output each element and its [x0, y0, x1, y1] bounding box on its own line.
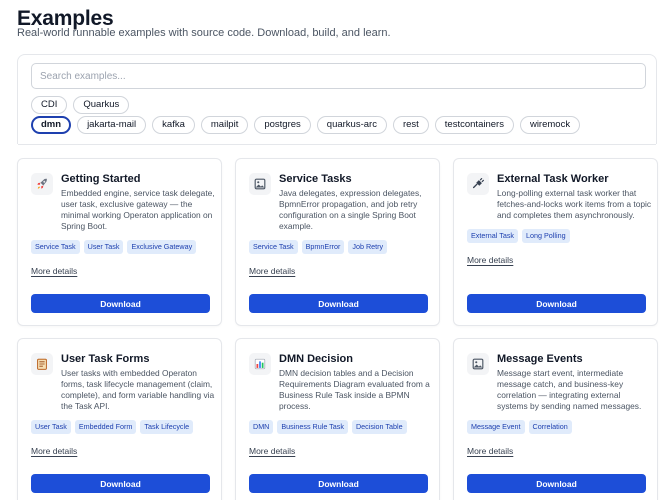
example-card: Service Tasks Java delegates, expression…	[235, 158, 440, 326]
download-button[interactable]: Download	[31, 474, 210, 493]
form-icon	[31, 353, 53, 375]
card-tags: Service Task BpmnError Job Retry	[249, 240, 388, 254]
tag: External Task	[467, 229, 519, 243]
example-card: External Task Worker Long-polling extern…	[453, 158, 658, 326]
download-button[interactable]: Download	[467, 474, 646, 493]
card-description: User tasks with embedded Operaton forms,…	[61, 368, 215, 411]
card-tags: Service Task User Task Exclusive Gateway	[31, 240, 197, 254]
download-button[interactable]: Download	[467, 294, 646, 313]
tag: Decision Table	[351, 420, 407, 434]
more-details-link[interactable]: More details	[31, 446, 77, 456]
card-description: DMN decision tables and a Decision Requi…	[279, 368, 430, 411]
page-subtitle: Real-world runnable examples with source…	[17, 27, 391, 39]
filter-chip-cdi[interactable]: CDI	[31, 96, 68, 114]
card-tags: DMN Business Rule Task Decision Table	[249, 420, 407, 434]
card-title: DMN Decision	[279, 353, 353, 365]
card-tags: External Task Long Polling	[467, 229, 570, 243]
filter-chip-jakarta-mail[interactable]: jakarta-mail	[77, 116, 147, 134]
download-button[interactable]: Download	[31, 294, 210, 313]
card-tags: Message Event Correlation	[467, 420, 572, 434]
filter-row-frameworks: CDI Quarkus	[31, 96, 130, 114]
more-details-link[interactable]: More details	[31, 266, 77, 276]
filter-chip-quarkus-arc[interactable]: quarkus-arc	[316, 116, 387, 134]
tag: Embedded Form	[74, 420, 137, 434]
tag: Job Retry	[348, 240, 388, 254]
example-card: User Task Forms User tasks with embedded…	[17, 338, 222, 500]
card-title: External Task Worker	[497, 173, 609, 185]
rocket-icon	[31, 173, 53, 195]
filter-chip-quarkus[interactable]: Quarkus	[73, 96, 130, 114]
example-card: Message Events Message start event, inte…	[453, 338, 658, 500]
filter-chip-rest[interactable]: rest	[392, 116, 429, 134]
tag: Service Task	[31, 240, 80, 254]
card-title: Service Tasks	[279, 173, 352, 185]
card-title: Getting Started	[61, 173, 141, 185]
filter-chip-wiremock[interactable]: wiremock	[519, 116, 581, 134]
more-details-link[interactable]: More details	[467, 255, 513, 265]
card-title: Message Events	[497, 353, 583, 365]
bar-chart-icon	[249, 353, 271, 375]
download-button[interactable]: Download	[249, 294, 428, 313]
example-card: DMN Decision DMN decision tables and a D…	[235, 338, 440, 500]
card-title: User Task Forms	[61, 353, 150, 365]
filter-chip-postgres[interactable]: postgres	[254, 116, 311, 134]
tag: User Task	[31, 420, 71, 434]
plug-icon	[467, 173, 489, 195]
card-description: Long-polling external task worker that f…	[497, 188, 652, 220]
more-details-link[interactable]: More details	[249, 266, 295, 276]
more-details-link[interactable]: More details	[467, 446, 513, 456]
filter-row-technologies: dmn jakarta-mail kafka mailpit postgres …	[31, 116, 581, 134]
tag: Long Polling	[522, 229, 570, 243]
card-description: Embedded engine, service task delegate, …	[61, 188, 215, 231]
card-tags: User Task Embedded Form Task Lifecycle	[31, 420, 194, 434]
filter-chip-mailpit[interactable]: mailpit	[200, 116, 249, 134]
filter-panel: CDI Quarkus dmn jakarta-mail kafka mailp…	[17, 54, 657, 145]
download-button[interactable]: Download	[249, 474, 428, 493]
tag: Task Lifecycle	[140, 420, 194, 434]
filter-chip-testcontainers[interactable]: testcontainers	[434, 116, 514, 134]
filter-chip-dmn[interactable]: dmn	[31, 116, 72, 134]
tag: Message Event	[467, 420, 525, 434]
card-description: Java delegates, expression delegates, Bp…	[279, 188, 422, 231]
tag: Service Task	[249, 240, 298, 254]
tag: Correlation	[528, 420, 572, 434]
card-description: Message start event, intermediate messag…	[497, 368, 642, 411]
tag: User Task	[83, 240, 124, 254]
tag: BpmnError	[301, 240, 345, 254]
tag: DMN	[249, 420, 274, 434]
tag: Exclusive Gateway	[127, 240, 197, 254]
tag: Business Rule Task	[277, 420, 348, 434]
more-details-link[interactable]: More details	[249, 446, 295, 456]
search-input[interactable]	[31, 63, 646, 89]
image-icon	[249, 173, 271, 195]
filter-chip-kafka[interactable]: kafka	[152, 116, 195, 134]
image-icon	[467, 353, 489, 375]
example-card: Getting Started Embedded engine, service…	[17, 158, 222, 326]
